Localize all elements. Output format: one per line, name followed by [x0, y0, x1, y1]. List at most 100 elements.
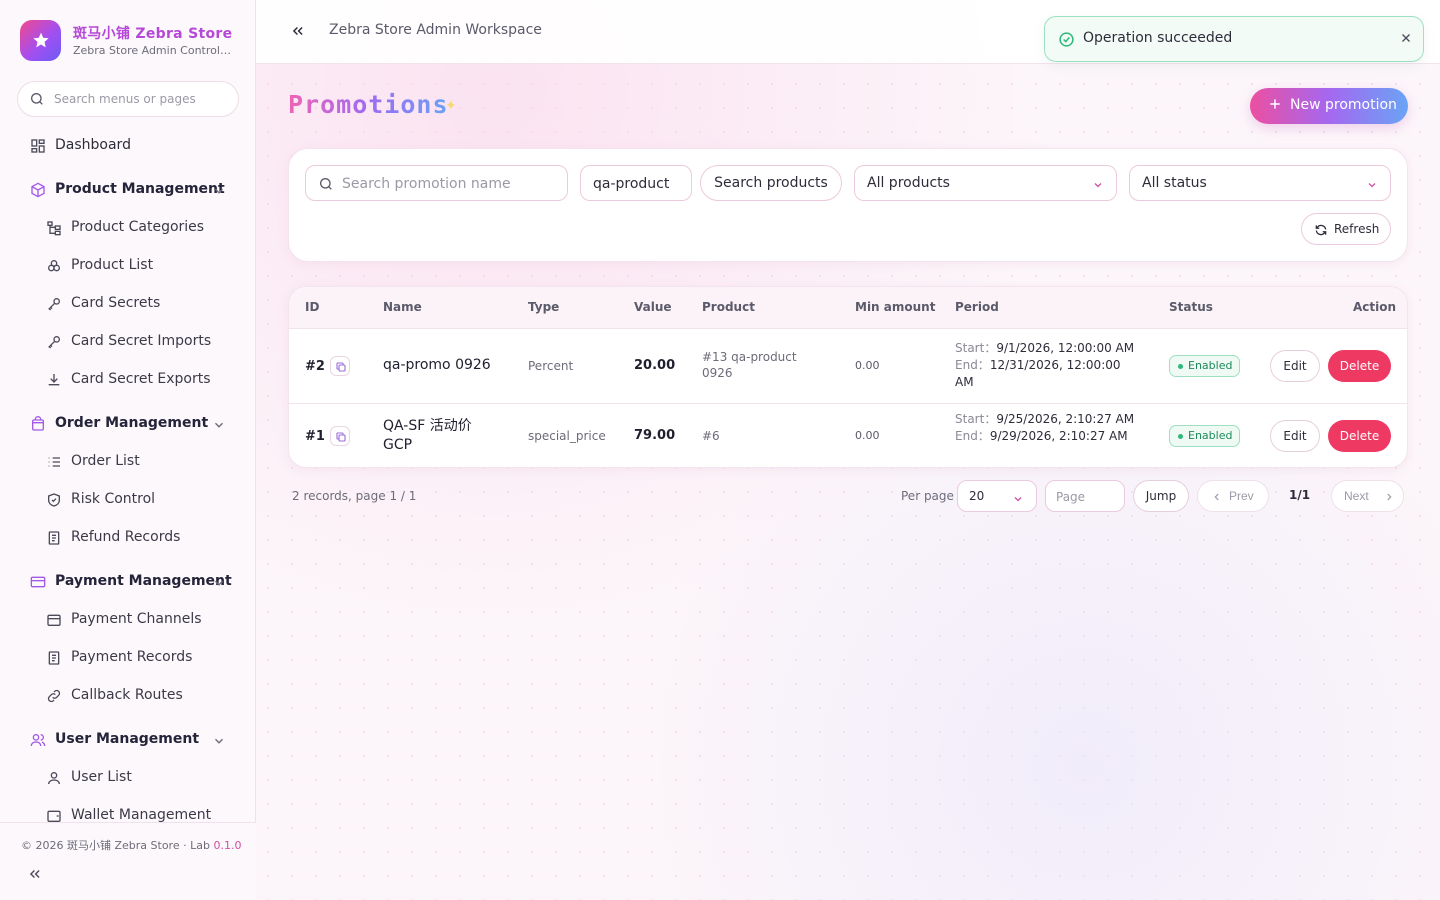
sidebar-item-label: Card Secret Exports — [71, 371, 211, 387]
sidebar-item-label: Payment Channels — [71, 611, 202, 627]
product-search-field[interactable] — [580, 165, 692, 201]
search-icon — [31, 93, 43, 105]
promotion-type: special_price — [528, 429, 606, 443]
sidebar-item-payment-channels[interactable]: Payment Channels — [0, 602, 256, 638]
sidebar-item-payment-records[interactable]: Payment Records — [0, 640, 256, 676]
new-promotion-label: New promotion — [1290, 97, 1397, 113]
column-header: Type — [528, 300, 560, 314]
collapse-sidebar-icon[interactable] — [291, 24, 305, 38]
sidebar-item-risk-control[interactable]: Risk Control — [0, 482, 256, 518]
status-dot — [1178, 434, 1183, 439]
collapse-sidebar-icon[interactable] — [28, 867, 42, 881]
refresh-label: Refresh — [1334, 222, 1380, 236]
status-badge: Enabled — [1169, 355, 1241, 377]
product-line: 0926 — [702, 366, 733, 380]
sidebar-item-label: User List — [71, 769, 132, 785]
product-search-input[interactable] — [593, 174, 685, 194]
status-dot — [1178, 364, 1183, 369]
current-page: 1/1 — [1289, 488, 1311, 502]
promotion-name-search[interactable] — [305, 165, 568, 201]
promotion-name-input[interactable] — [342, 174, 558, 194]
next-page-button[interactable]: Next — [1331, 480, 1404, 512]
start-label: Start： — [955, 341, 997, 355]
promotion-name: qa-promo 0926 — [383, 357, 491, 373]
per-page-value: 20 — [969, 489, 985, 503]
column-header: Min amount — [855, 300, 936, 314]
promotion-value: 79.00 — [634, 428, 676, 443]
sidebar-item-card-secret-imports[interactable]: Card Secret Imports — [0, 324, 256, 360]
product-select-value: All products — [867, 175, 950, 191]
promotion-product: #13 qa-product 0926 — [702, 349, 797, 381]
main-content: Zebra Store Admin Workspace Operation su… — [256, 0, 1440, 900]
promotion-id: #1 — [305, 429, 325, 444]
delete-button[interactable]: Delete — [1328, 350, 1391, 382]
plus-icon — [1270, 99, 1280, 109]
user-icon — [48, 772, 60, 785]
page-number-input[interactable] — [1056, 488, 1116, 506]
sidebar-item-refund-records[interactable]: Refund Records — [0, 520, 256, 556]
copy-icon — [336, 362, 346, 372]
promotion-id: #2 — [305, 359, 325, 374]
name-line: GCP — [383, 437, 413, 453]
sidebar-search-input[interactable] — [54, 89, 230, 109]
edit-button[interactable]: Edit — [1270, 350, 1320, 382]
sidebar-group-payment-management[interactable]: Payment Management — [0, 564, 256, 600]
sparkle-icon: ✦ — [445, 98, 457, 114]
copy-id-button[interactable] — [330, 356, 350, 376]
sidebar-item-label: Dashboard — [55, 137, 131, 153]
delete-button[interactable]: Delete — [1328, 420, 1391, 452]
sidebar-item-callback-routes[interactable]: Callback Routes — [0, 678, 256, 714]
sidebar-group-product-management[interactable]: Product Management — [0, 172, 256, 208]
product-select[interactable]: All products — [854, 165, 1117, 201]
sidebar-item-product-categories[interactable]: Product Categories — [0, 210, 256, 246]
status-select-value: All status — [1142, 175, 1207, 191]
end-label: End： — [955, 429, 990, 443]
prev-page-button[interactable]: Prev — [1197, 480, 1269, 512]
end-date-cont: AM — [955, 375, 974, 389]
sidebar-group-label: Payment Management — [55, 573, 232, 589]
sidebar-item-card-secret-exports[interactable]: Card Secret Exports — [0, 362, 256, 398]
sidebar-item-label: Card Secrets — [71, 295, 161, 311]
sidebar-item-user-list[interactable]: User List — [0, 760, 256, 796]
link-icon — [47, 689, 61, 703]
sidebar-item-dashboard[interactable]: Dashboard — [0, 128, 256, 164]
sidebar-search[interactable] — [17, 81, 239, 117]
chevron-down-icon — [215, 580, 223, 586]
status-badge: Enabled — [1169, 425, 1241, 447]
edit-button[interactable]: Edit — [1270, 420, 1320, 452]
chevron-down-icon — [215, 188, 223, 194]
status-select[interactable]: All status — [1129, 165, 1391, 201]
sidebar-group-label: User Management — [55, 731, 200, 747]
sidebar-item-wallet-management[interactable]: Wallet Management — [0, 798, 256, 822]
sidebar-item-card-secrets[interactable]: Card Secrets — [0, 286, 256, 322]
receipt-icon — [48, 531, 60, 545]
column-header: Product — [702, 300, 755, 314]
refresh-button[interactable]: Refresh — [1301, 213, 1391, 245]
sidebar-item-label: Product Categories — [71, 219, 205, 235]
per-page-label: Per page — [901, 489, 954, 503]
sidebar-group-order-management[interactable]: Order Management — [0, 406, 256, 442]
sidebar-item-product-list[interactable]: Product List — [0, 248, 256, 284]
table-row: #1 QA-SF 活动价 GCP special_price 79.00 #6 … — [289, 404, 1407, 467]
sidebar-item-label: Product List — [71, 257, 154, 273]
sidebar-item-label: Order List — [71, 453, 140, 469]
promotion-value: 20.00 — [634, 358, 676, 373]
sidebar-group-user-management[interactable]: User Management — [0, 722, 256, 758]
per-page-select[interactable]: 20 — [957, 480, 1037, 512]
box-icon — [31, 182, 45, 198]
jump-button[interactable]: Jump — [1133, 480, 1189, 512]
shopping-bag-icon — [32, 416, 44, 431]
end-label: End： — [955, 358, 990, 372]
close-icon[interactable] — [1400, 32, 1412, 44]
copy-id-button[interactable] — [330, 426, 350, 446]
page-number-field[interactable] — [1045, 480, 1125, 512]
sidebar-menu: Dashboard Product Management Product Cat… — [0, 128, 256, 822]
table-row: #2 qa-promo 0926 Percent 20.00 #13 qa-pr… — [289, 329, 1407, 404]
sidebar-item-order-list[interactable]: Order List — [0, 444, 256, 480]
search-products-button[interactable]: Search products — [700, 165, 842, 201]
brand[interactable]: 斑马小铺 Zebra Store Zebra Store Admin Contr… — [20, 20, 242, 62]
new-promotion-button[interactable]: New promotion — [1250, 88, 1408, 124]
chevron-down-icon — [1014, 497, 1022, 502]
promotion-period: Start：9/25/2026, 2:10:27 AM End：9/29/202… — [955, 411, 1134, 445]
promotions-table: ID Name Type Value Product Min amount Pe… — [288, 286, 1408, 468]
